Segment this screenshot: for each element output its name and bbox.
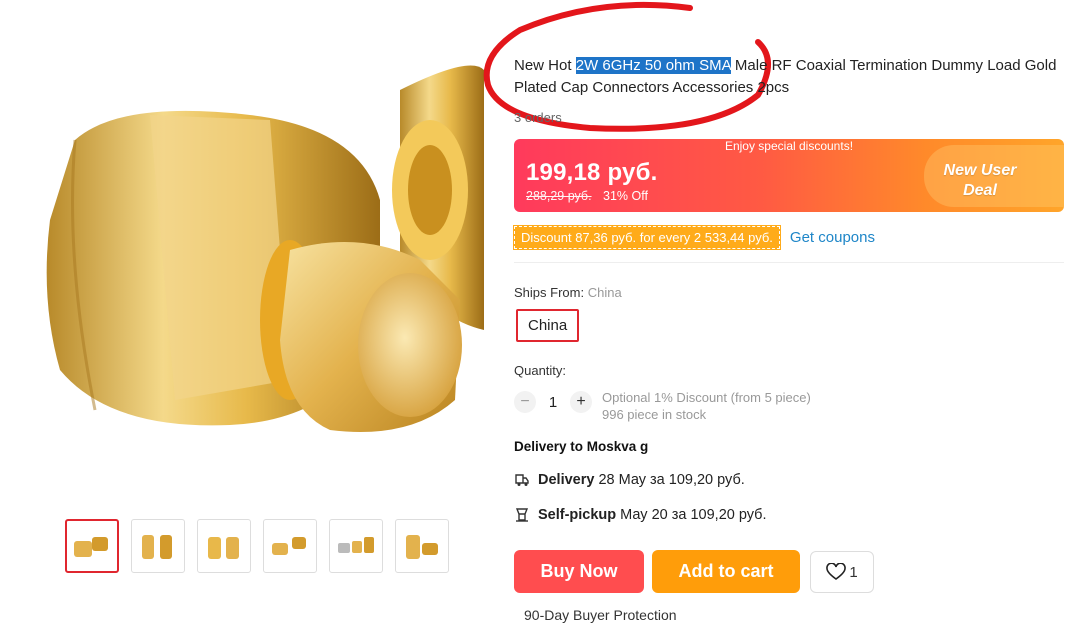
price-banner: Enjoy special discounts! 199,18 руб. 288… — [514, 139, 1064, 212]
delivery-label: Delivery — [538, 472, 595, 488]
wishlist-button[interactable]: 1 — [810, 551, 874, 593]
pickup-point-icon — [515, 508, 529, 522]
ships-from-value: China — [587, 285, 622, 300]
thumbnail-strip — [65, 519, 449, 573]
thumbnail-3[interactable] — [197, 519, 251, 573]
quantity-note: Optional 1% Discount (from 5 piece) 996 … — [602, 389, 811, 423]
divider — [514, 262, 1064, 263]
delivery-value: 28 Мау за 109,20 руб. — [598, 472, 745, 488]
deal-line-2: Deal — [963, 182, 997, 199]
current-price: 199,18 руб. — [526, 159, 658, 186]
thumbnail-6[interactable] — [395, 519, 449, 573]
discount-percent: 31% Off — [603, 189, 648, 203]
orders-count: 3 orders — [514, 110, 562, 125]
ship-option-china[interactable]: China — [516, 309, 580, 342]
title-selected-text: 2W 6GHz 50 ohm SMA — [575, 57, 731, 74]
quantity-stepper: − 1 + — [514, 391, 592, 413]
coupon-row: Discount 87,36 руб. for every 2 533,44 р… — [513, 225, 875, 250]
pickup-label: Self-pickup — [538, 507, 617, 523]
new-user-deal-badge[interactable]: New User Deal — [930, 161, 1030, 201]
wishlist-count: 1 — [849, 563, 858, 581]
product-gallery — [0, 0, 484, 619]
delivery-heading[interactable]: Delivery to Moskva g — [514, 439, 648, 454]
title-text-before: New Hot — [514, 57, 576, 74]
buyer-protection-partial: 90-Day Buyer Protection — [524, 607, 677, 623]
quantity-increase-button[interactable]: + — [570, 391, 592, 413]
thumbnail-5[interactable] — [329, 519, 383, 573]
pickup-value: Мау 20 за 109,20 руб. — [620, 507, 767, 523]
stock-note: 996 piece in stock — [602, 407, 707, 422]
thumbnail-1[interactable] — [65, 519, 119, 573]
add-to-cart-button[interactable]: Add to cart — [652, 550, 800, 593]
thumbnail-4[interactable] — [263, 519, 317, 573]
product-title: New Hot 2W 6GHz 50 ohm SMA Male RF Coaxi… — [514, 55, 1066, 99]
main-product-image[interactable] — [0, 0, 484, 495]
bulk-discount-note: Optional 1% Discount (from 5 piece) — [602, 390, 811, 405]
original-price: 288,29 руб. — [526, 189, 592, 203]
quantity-label: Quantity: — [514, 363, 567, 378]
quantity-decrease-button[interactable]: − — [514, 391, 536, 413]
buy-now-button[interactable]: Buy Now — [514, 550, 644, 593]
deal-line-1: New User — [943, 162, 1017, 179]
ships-from-label: Ships From: — [514, 285, 585, 300]
delivery-truck-icon — [515, 474, 529, 486]
get-coupons-link[interactable]: Get coupons — [790, 229, 875, 246]
coupon-tag[interactable]: Discount 87,36 руб. for every 2 533,44 р… — [513, 225, 781, 250]
quantity-input[interactable]: 1 — [536, 394, 570, 411]
thumbnail-2[interactable] — [131, 519, 185, 573]
delivery-line: Delivery 28 Мау за 109,20 руб. — [514, 472, 745, 488]
heart-icon — [826, 563, 847, 580]
pickup-line: Self-pickup Мау 20 за 109,20 руб. — [514, 507, 767, 523]
ships-from: Ships From: China — [514, 285, 622, 300]
